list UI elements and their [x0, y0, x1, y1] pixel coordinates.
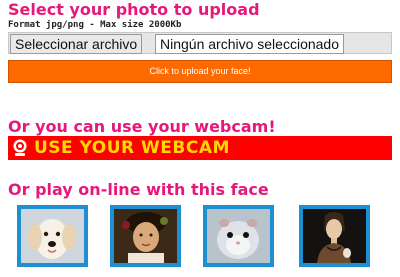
- file-input[interactable]: Seleccionar archivo Ningún archivo selec…: [8, 32, 392, 54]
- painted-boy-face-image: [114, 209, 177, 263]
- puppy-face-image: [21, 209, 84, 263]
- use-webcam-button[interactable]: USE YOUR WEBCAM: [8, 136, 392, 160]
- use-webcam-label: USE YOUR WEBCAM: [34, 138, 230, 158]
- upload-face-button[interactable]: Click to upload your face!: [8, 60, 392, 83]
- sample-face-puppy[interactable]: [17, 205, 88, 267]
- choose-file-button[interactable]: Seleccionar archivo: [10, 34, 143, 54]
- sample-face-hamster[interactable]: [203, 205, 274, 267]
- sample-faces-heading: Or play on-line with this face: [8, 180, 269, 199]
- sample-face-painted-boy[interactable]: [110, 205, 181, 267]
- webcam-heading: Or you can use your webcam!: [8, 117, 276, 136]
- upload-heading: Select your photo to upload: [8, 0, 260, 19]
- webcam-icon: [13, 139, 27, 156]
- sample-face-lady-portrait[interactable]: [299, 205, 370, 267]
- format-note: Format jpg/png - Max size 2000Kb: [8, 20, 182, 30]
- hamster-face-image: [207, 209, 270, 263]
- file-status-text: Ningún archivo seleccionado: [155, 34, 344, 54]
- lady-portrait-image: [303, 209, 366, 263]
